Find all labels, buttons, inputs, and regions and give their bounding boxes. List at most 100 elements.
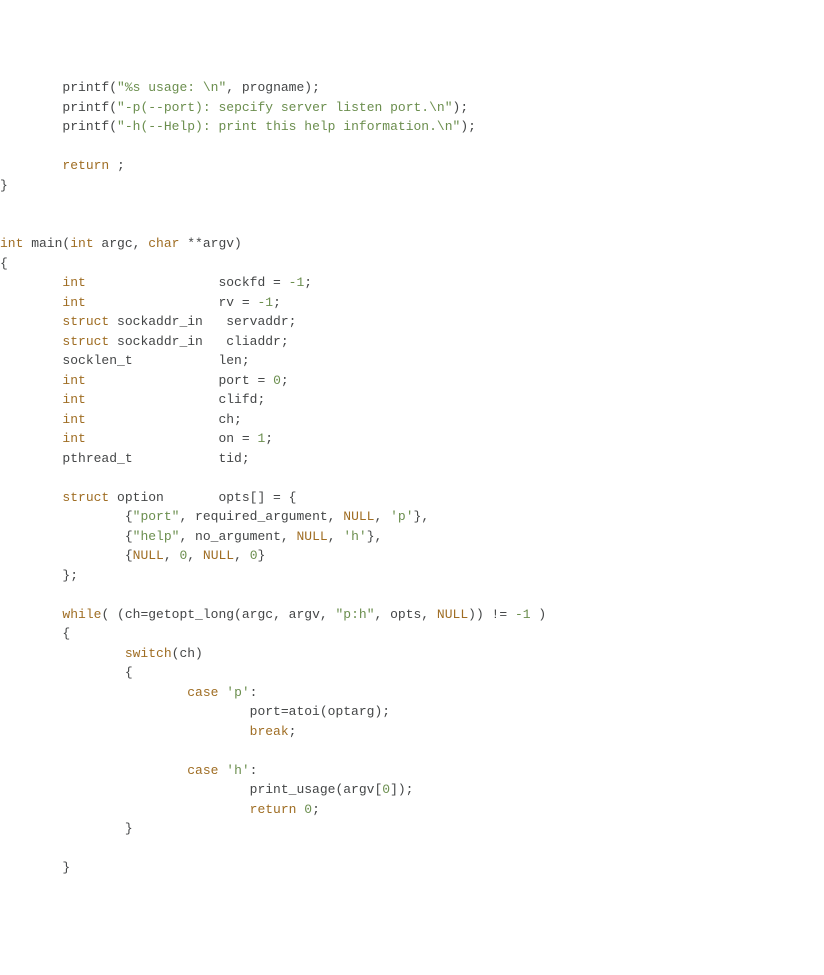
token-punct: port=atoi(optarg); [250, 704, 390, 719]
token-str: 'h' [226, 763, 249, 778]
code-line: } [0, 176, 824, 196]
code-line [0, 585, 824, 605]
token-punct: } [258, 548, 266, 563]
code-line: int on = 1; [0, 429, 824, 449]
token-str: "%s usage: \n" [117, 80, 226, 95]
code-line: return 0; [0, 800, 824, 820]
code-line [0, 741, 824, 761]
token-punct: } [0, 178, 8, 193]
token-kw: struct [62, 314, 109, 329]
token-const: NULL [203, 548, 234, 563]
token-num: 0 [273, 373, 281, 388]
code-line: struct option opts[] = { [0, 488, 824, 508]
code-line: } [0, 858, 824, 878]
code-line: }; [0, 566, 824, 586]
code-line: socklen_t len; [0, 351, 824, 371]
token-punct: } [62, 860, 70, 875]
token-kw: return [250, 802, 297, 817]
token-num: -1 [515, 607, 531, 622]
token-punct: port = [86, 373, 273, 388]
code-line: int sockfd = -1; [0, 273, 824, 293]
token-punct: ); [453, 100, 469, 115]
token-punct: rv = [86, 295, 258, 310]
token-punct: , opts, [375, 607, 437, 622]
token-punct: on = [86, 431, 258, 446]
code-line: {"help", no_argument, NULL, 'h'}, [0, 527, 824, 547]
token-punct: main( [23, 236, 70, 251]
code-line [0, 839, 824, 859]
code-line [0, 195, 824, 215]
code-line: case 'p': [0, 683, 824, 703]
token-punct: }; [62, 568, 78, 583]
token-punct: **argv) [179, 236, 241, 251]
token-punct: ; [265, 431, 273, 446]
token-str: "-p(--port): sepcify server listen port.… [117, 100, 452, 115]
code-line: {"port", required_argument, NULL, 'p'}, [0, 507, 824, 527]
token-type: int [62, 275, 85, 290]
token-type: int [70, 236, 93, 251]
code-line [0, 215, 824, 235]
token-punct: sockaddr_in cliaddr; [109, 334, 288, 349]
token-punct: } [125, 821, 133, 836]
code-line: struct sockaddr_in servaddr; [0, 312, 824, 332]
token-num: 0 [382, 782, 390, 797]
code-line: printf("-h(--Help): print this help info… [0, 117, 824, 137]
token-num: -1 [257, 295, 273, 310]
token-punct: , required_argument, [179, 509, 343, 524]
token-punct: ( [109, 119, 117, 134]
token-punct: print_usage(argv[ [250, 782, 383, 797]
token-punct: ; [304, 275, 312, 290]
token-type: int [62, 295, 85, 310]
code-line: return ; [0, 156, 824, 176]
code-line: int main(int argc, char **argv) [0, 234, 824, 254]
token-punct: sockaddr_in servaddr; [109, 314, 296, 329]
code-line: int ch; [0, 410, 824, 430]
token-punct: }, [367, 529, 383, 544]
token-punct: ; [281, 373, 289, 388]
code-line: while( (ch=getopt_long(argc, argv, "p:h"… [0, 605, 824, 625]
token-punct: , no_argument, [179, 529, 296, 544]
token-str: 'p' [390, 509, 413, 524]
token-const: NULL [437, 607, 468, 622]
token-punct: { [125, 529, 133, 544]
token-const: NULL [133, 548, 164, 563]
token-punct [218, 685, 226, 700]
code-block: printf("%s usage: \n", progname); printf… [0, 78, 824, 878]
code-line: printf("-p(--port): sepcify server liste… [0, 98, 824, 118]
token-punct: ; [312, 802, 320, 817]
token-punct: (ch) [172, 646, 203, 661]
code-line: int rv = -1; [0, 293, 824, 313]
token-str: 'p' [226, 685, 249, 700]
code-line: switch(ch) [0, 644, 824, 664]
token-punct: { [125, 548, 133, 563]
token-type: int [0, 236, 23, 251]
token-punct: : [250, 685, 258, 700]
token-punct: , [234, 548, 250, 563]
token-punct: pthread_t tid; [62, 451, 249, 466]
token-punct [218, 763, 226, 778]
token-kw: switch [125, 646, 172, 661]
token-str: "p:h" [335, 607, 374, 622]
token-punct: , progname); [226, 80, 320, 95]
token-punct: ( [109, 80, 117, 95]
token-type: int [62, 412, 85, 427]
code-line: print_usage(argv[0]); [0, 780, 824, 800]
token-kw: case [187, 685, 218, 700]
token-punct: ; [109, 158, 125, 173]
token-const: NULL [296, 529, 327, 544]
token-punct: { [62, 626, 70, 641]
token-const: NULL [343, 509, 374, 524]
token-str: "-h(--Help): print this help information… [117, 119, 460, 134]
token-type: int [62, 373, 85, 388]
code-line [0, 137, 824, 157]
token-punct: sockfd = [86, 275, 289, 290]
token-str: 'h' [343, 529, 366, 544]
code-line: port=atoi(optarg); [0, 702, 824, 722]
code-line: { [0, 624, 824, 644]
token-punct: { [0, 256, 8, 271]
token-punct: ]); [390, 782, 413, 797]
token-punct: , [328, 529, 344, 544]
token-punct: ) [531, 607, 547, 622]
token-punct: : [250, 763, 258, 778]
code-line: { [0, 663, 824, 683]
